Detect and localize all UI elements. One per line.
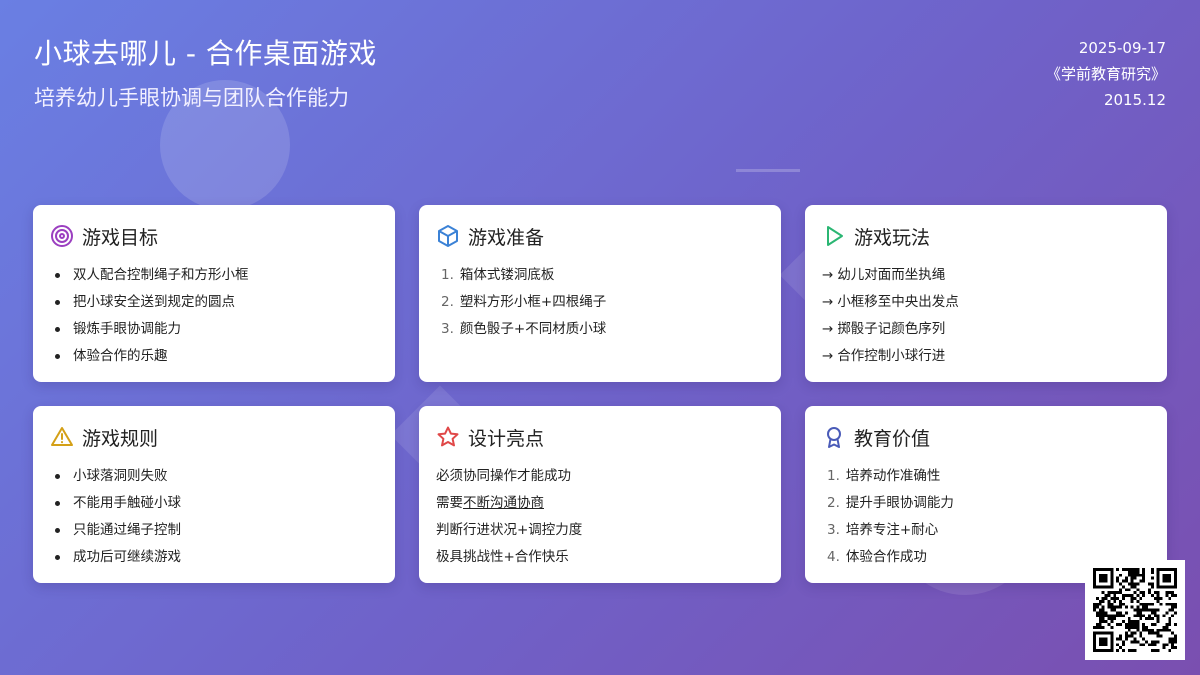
target-icon bbox=[50, 224, 74, 248]
list-item: 3. 培养专注+耐心 bbox=[827, 522, 939, 538]
award-icon bbox=[822, 425, 846, 449]
card-title: 设计亮点 bbox=[468, 427, 545, 450]
bullet-dot bbox=[55, 474, 60, 479]
list-item: → 掷骰子记颜色序列 bbox=[822, 316, 1150, 343]
card-grid: 游戏目标 双人配合控制绳子和方形小框 把小球安全送到规定的圆点 锻炼手眼协调能力… bbox=[33, 205, 1167, 583]
decorative-line bbox=[736, 169, 800, 172]
list-item: 小球落洞则失败 bbox=[50, 463, 378, 490]
list-item: → 合作控制小球行进 bbox=[822, 343, 1150, 370]
card-play: 游戏玩法 → 幼儿对面而坐执绳 → 小框移至中央出发点 → 掷骰子记颜色序列 → 合作控… bbox=[805, 205, 1167, 382]
list-item: → 小框移至中央出发点 bbox=[822, 289, 1150, 316]
card-title: 游戏目标 bbox=[82, 226, 159, 249]
bullet-dot bbox=[55, 528, 60, 533]
qr-code-icon[interactable] bbox=[1085, 560, 1185, 660]
play-icon bbox=[822, 224, 846, 248]
list-item: → 幼儿对面而坐执绳 bbox=[822, 262, 1150, 289]
arrow-icon: → bbox=[822, 267, 834, 283]
card-title: 游戏准备 bbox=[468, 226, 545, 249]
rules-list: 小球落洞则失败 不能用手触碰小球 只能通过绳子控制 成功后可继续游戏 bbox=[50, 463, 378, 571]
list-item: 必须协同操作才能成功 bbox=[436, 468, 571, 484]
bullet-dot bbox=[55, 501, 60, 506]
card-value: 教育价值 1. 培养动作准确性 2. 提升手眼协调能力 3. 培养专注+耐心 4. 体验… bbox=[805, 406, 1167, 583]
list-item: 1. 培养动作准确性 bbox=[827, 468, 941, 484]
card-title: 游戏玩法 bbox=[854, 226, 931, 249]
arrow-icon: → bbox=[822, 294, 834, 310]
card-rules: 游戏规则 小球落洞则失败 不能用手触碰小球 只能通过绳子控制 成功后可继续游戏 bbox=[33, 406, 395, 583]
list-item: 把小球安全送到规定的圆点 bbox=[50, 289, 378, 316]
list-item: 双人配合控制绳子和方形小框 bbox=[50, 262, 378, 289]
value-list: 1. 培养动作准确性 2. 提升手眼协调能力 3. 培养专注+耐心 4. 体验合作成功 bbox=[822, 463, 1150, 571]
list-item: 锻炼手眼协调能力 bbox=[50, 316, 378, 343]
list-item: 不能用手触碰小球 bbox=[50, 490, 378, 517]
page-header: 小球去哪儿 - 合作桌面游戏 培养幼儿手眼协调与团队合作能力 bbox=[34, 32, 377, 112]
star-icon bbox=[436, 425, 460, 449]
page-subtitle: 培养幼儿手眼协调与团队合作能力 bbox=[34, 86, 349, 110]
arrow-icon: → bbox=[822, 321, 834, 337]
bullet-dot bbox=[55, 300, 60, 305]
card-goal: 游戏目标 双人配合控制绳子和方形小框 把小球安全送到规定的圆点 锻炼手眼协调能力… bbox=[33, 205, 395, 382]
meta-info: 2025-09-17 《学前教育研究》 2015.12 bbox=[1046, 35, 1166, 113]
list-item: 2. 塑料方形小框+四根绳子 bbox=[441, 294, 607, 310]
card-title: 游戏规则 bbox=[82, 427, 159, 450]
bullet-dot bbox=[55, 555, 60, 560]
card-title: 教育价值 bbox=[854, 427, 931, 450]
highlights-list: 必须协同操作才能成功 需要 不断沟通协商 判断行进状况+调控力度 极具挑战性+合作… bbox=[436, 463, 764, 571]
list-item: 只能通过绳子控制 bbox=[50, 517, 378, 544]
bullet-dot bbox=[55, 354, 60, 359]
arrow-icon: → bbox=[822, 348, 834, 364]
meta-source: 《学前教育研究》 bbox=[1045, 65, 1166, 83]
list-item: 1. 箱体式镂洞底板 bbox=[441, 267, 555, 283]
list-item: 判断行进状况+调控力度 bbox=[436, 522, 583, 538]
cube-icon bbox=[436, 224, 460, 248]
warning-icon bbox=[50, 425, 74, 449]
underlined-text: 不断沟通协商 bbox=[463, 495, 544, 511]
bullet-dot bbox=[55, 273, 60, 278]
list-item: 极具挑战性+合作快乐 bbox=[436, 549, 569, 565]
list-item: 成功后可继续游戏 bbox=[50, 544, 378, 571]
page-title: 小球去哪儿 - 合作桌面游戏 bbox=[34, 37, 377, 70]
list-item: 3. 颜色骰子+不同材质小球 bbox=[441, 321, 607, 337]
bullet-dot bbox=[55, 327, 60, 332]
meta-issue: 2015.12 bbox=[1103, 91, 1166, 109]
goal-list: 双人配合控制绳子和方形小框 把小球安全送到规定的圆点 锻炼手眼协调能力 体验合作… bbox=[50, 262, 378, 370]
list-item: 体验合作的乐趣 bbox=[50, 343, 378, 370]
list-item: 需要 不断沟通协商 bbox=[436, 490, 764, 517]
card-prep: 游戏准备 1. 箱体式镂洞底板 2. 塑料方形小框+四根绳子 3. 颜色骰子+不同材质… bbox=[419, 205, 781, 382]
meta-date: 2025-09-17 bbox=[1078, 39, 1166, 57]
list-item: 2. 提升手眼协调能力 bbox=[827, 495, 954, 511]
play-list: → 幼儿对面而坐执绳 → 小框移至中央出发点 → 掷骰子记颜色序列 → 合作控制小球行进 bbox=[822, 262, 1150, 370]
prep-list: 1. 箱体式镂洞底板 2. 塑料方形小框+四根绳子 3. 颜色骰子+不同材质小球 bbox=[436, 262, 764, 343]
card-highlights: 设计亮点 必须协同操作才能成功 需要 不断沟通协商 判断行进状况+调控力度 极具挑… bbox=[419, 406, 781, 583]
